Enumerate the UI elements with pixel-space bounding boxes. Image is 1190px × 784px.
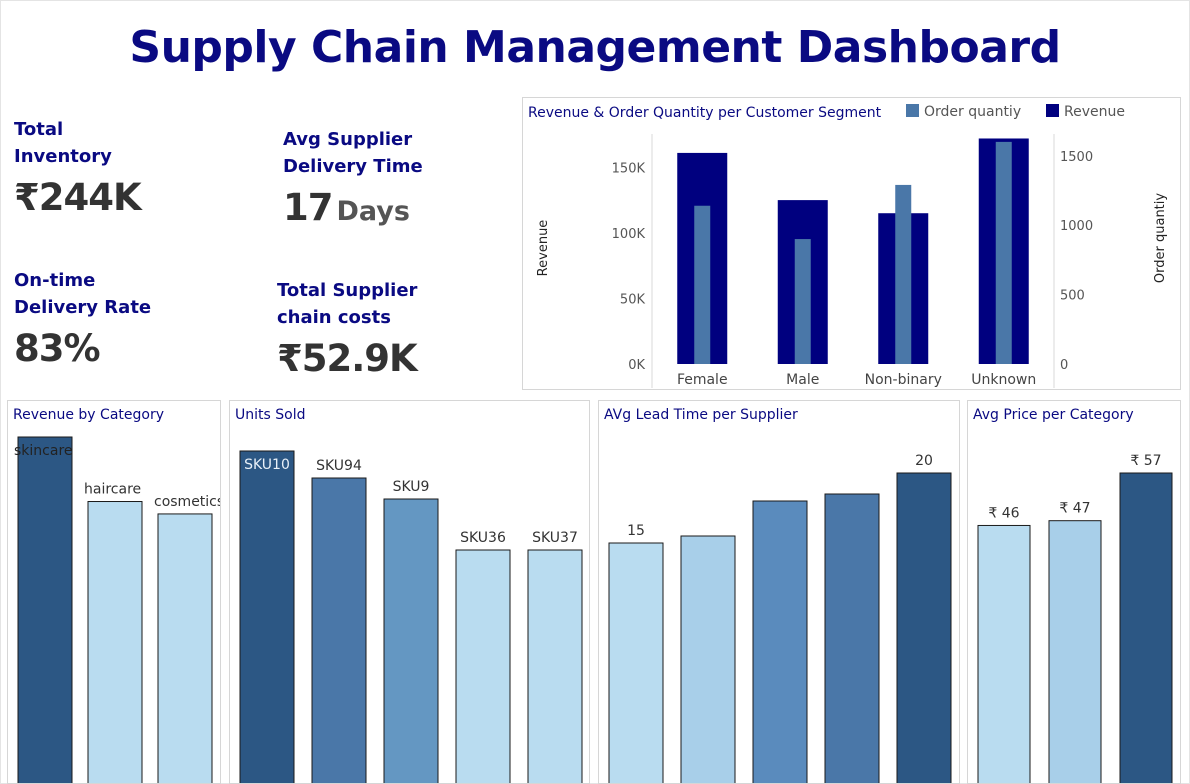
bar bbox=[87, 501, 143, 783]
segment-chart-panel: Revenue & Order Quantity per Customer Se… bbox=[522, 97, 1181, 390]
bar-label: ₹ 46 bbox=[988, 505, 1019, 521]
bar bbox=[752, 500, 808, 783]
y2-tick-label: 500 bbox=[1060, 289, 1085, 304]
kpi-total-supplier-chain-costs: Total Supplier chain costs ₹52.9K bbox=[277, 277, 418, 380]
legend-label-order-quantity: Order quantiy bbox=[924, 104, 1021, 120]
bar bbox=[824, 493, 880, 783]
kpi-value: ₹244K bbox=[14, 176, 142, 219]
bar-label: SKU37 bbox=[532, 530, 578, 546]
units-sold-panel: Units Sold SKU10 SKU94 SKU9 SKU36 SKU37 bbox=[229, 400, 590, 784]
y2-tick-label: 1500 bbox=[1060, 150, 1093, 165]
bar-label: skincare bbox=[14, 443, 73, 459]
y-tick-label: 0K bbox=[628, 358, 645, 373]
bar bbox=[896, 472, 952, 783]
kpi-label: Total Inventory bbox=[14, 119, 112, 167]
y2-tick-label: 0 bbox=[1060, 358, 1068, 373]
kpi-unit: Days bbox=[336, 196, 410, 227]
units-sold-chart: SKU10 SKU94 SKU9 SKU36 SKU37 bbox=[239, 450, 583, 783]
bar bbox=[608, 542, 664, 783]
bar bbox=[680, 535, 736, 783]
y-axis-label: Revenue bbox=[536, 220, 551, 277]
category-revenue-panel: Revenue by Category skincare haircare cosm… bbox=[7, 400, 221, 784]
kpi-value: 17 Days bbox=[283, 186, 410, 229]
bar bbox=[157, 513, 213, 783]
x-tick-label: Non-binary bbox=[865, 372, 942, 388]
bar bbox=[977, 524, 1031, 783]
bar bbox=[1119, 472, 1173, 783]
y2-tick-label: 1000 bbox=[1060, 219, 1093, 234]
y-tick-label: 50K bbox=[620, 292, 646, 307]
order-quantity-bar bbox=[694, 205, 711, 364]
bar-label: ₹ 57 bbox=[1130, 453, 1161, 469]
kpi-label: On-time Delivery Rate bbox=[14, 270, 152, 318]
bar-label: ₹ 47 bbox=[1059, 501, 1090, 517]
kpi-label: Total Supplier chain costs bbox=[277, 280, 418, 328]
y2-axis-label: Order quantiy bbox=[1153, 193, 1168, 283]
x-tick-label: Unknown bbox=[971, 372, 1036, 388]
kpi-avg-supplier-delivery-time: Avg Supplier Delivery Time 17 Days bbox=[283, 126, 423, 229]
bar-label: 15 bbox=[627, 523, 645, 539]
y-tick-label: 150K bbox=[612, 161, 646, 176]
kpi-on-time-delivery-rate: On-time Delivery Rate 83% bbox=[14, 267, 151, 370]
bar-label: SKU10 bbox=[244, 457, 290, 473]
segment-combo-chart: 0K 50K 100K 150K 0 500 1000 1500 Revenue Order qu… bbox=[536, 104, 1168, 388]
dashboard-title: Supply Chain Management Dashboard bbox=[129, 22, 1061, 73]
avg-price-chart: ₹ 46 ₹ 47 ₹ 57 bbox=[977, 453, 1173, 783]
lead-time-chart: 1520 bbox=[608, 453, 952, 783]
bar-label: 20 bbox=[915, 453, 933, 469]
order-quantity-bar bbox=[895, 184, 912, 364]
bar bbox=[239, 450, 295, 783]
legend-swatch-revenue bbox=[1046, 104, 1059, 117]
bar-label: SKU94 bbox=[316, 458, 362, 474]
order-quantity-bar bbox=[995, 141, 1012, 364]
bar-label: SKU9 bbox=[393, 479, 430, 495]
legend-label-revenue: Revenue bbox=[1064, 104, 1125, 120]
legend-swatch-order-quantity bbox=[906, 104, 919, 117]
kpi-value: ₹52.9K bbox=[277, 337, 418, 380]
bar bbox=[383, 498, 439, 783]
kpi-value: 83% bbox=[14, 327, 101, 370]
bar bbox=[527, 549, 583, 783]
bar bbox=[17, 436, 73, 783]
bar-label: haircare bbox=[84, 482, 141, 498]
kpi-total-inventory: Total Inventory ₹244K bbox=[14, 116, 142, 219]
y-tick-label: 100K bbox=[612, 227, 646, 242]
bar-label: SKU36 bbox=[460, 530, 506, 546]
bar-label: cosmetics bbox=[154, 494, 221, 510]
x-tick-label: Male bbox=[786, 372, 819, 388]
category-revenue-chart: skincare haircare cosmetics bbox=[14, 436, 221, 783]
lead-time-panel: AVg Lead Time per Supplier 15 20 bbox=[598, 400, 960, 784]
order-quantity-bar bbox=[794, 239, 811, 364]
bar bbox=[311, 477, 367, 783]
bar bbox=[1048, 520, 1102, 783]
kpi-label: Avg Supplier Delivery Time bbox=[283, 129, 423, 177]
bar bbox=[455, 549, 511, 783]
x-tick-label: Female bbox=[677, 372, 728, 388]
avg-price-panel: Avg Price per Category ₹ 46 ₹ 47 ₹ 57 bbox=[967, 400, 1181, 784]
